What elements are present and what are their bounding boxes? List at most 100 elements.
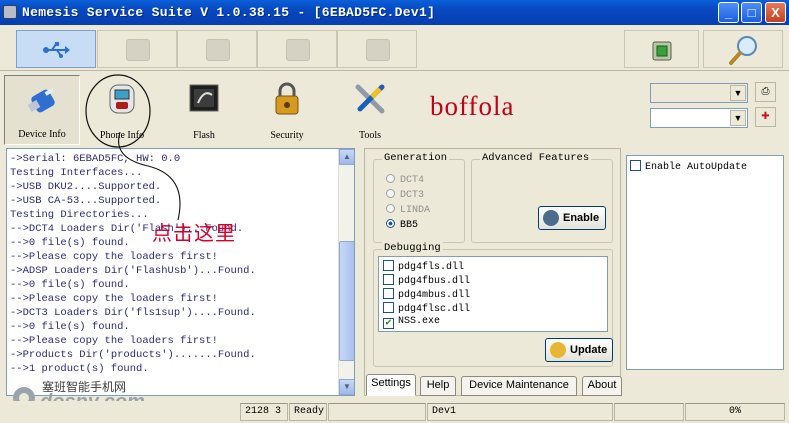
refresh-button[interactable]: ⎙ bbox=[755, 82, 776, 102]
log-line: -->0 file(s) found. bbox=[10, 279, 130, 291]
security-button[interactable]: Security bbox=[249, 75, 325, 145]
radio-circle bbox=[386, 204, 395, 213]
generation-title: Generation bbox=[382, 152, 450, 164]
gear-icon bbox=[543, 210, 559, 226]
checkbox bbox=[630, 160, 641, 171]
log-line: -->Please copy the loaders first! bbox=[10, 335, 218, 347]
port-combo[interactable]: ▼ bbox=[650, 83, 748, 103]
checkbox bbox=[383, 274, 394, 285]
annotation-arrow bbox=[118, 131, 181, 221]
checkbox-label: pdg4fls.dll bbox=[398, 262, 465, 273]
checkbox-pdg4mbus[interactable]: pdg4mbus.dll bbox=[383, 288, 470, 301]
top-toolbar bbox=[0, 26, 789, 71]
checkbox-pdg4flsc[interactable]: pdg4flsc.dll bbox=[383, 302, 470, 315]
status-empty-1 bbox=[328, 403, 426, 421]
advanced-title: Advanced Features bbox=[480, 152, 592, 164]
app-icon bbox=[3, 5, 17, 19]
checkbox bbox=[383, 260, 394, 271]
scroll-up-button[interactable]: ▲ bbox=[339, 149, 354, 165]
checkbox-label: pdg4fbus.dll bbox=[398, 276, 471, 287]
checkmark-icon: ✔ bbox=[383, 318, 394, 329]
usb-connect-button[interactable] bbox=[16, 30, 96, 68]
chip-icon bbox=[652, 41, 672, 61]
checkbox bbox=[383, 302, 394, 313]
toolbar-button-2[interactable] bbox=[97, 30, 177, 68]
checkbox-label: pdg4mbus.dll bbox=[398, 290, 471, 301]
search-button[interactable] bbox=[703, 30, 783, 68]
title-bar[interactable]: Nemesis Service Suite V 1.0.38.15 - [6EB… bbox=[0, 0, 789, 25]
debugging-group: Debugging pdg4fls.dll pdg4fbus.dll pdg4m… bbox=[373, 242, 613, 367]
radio-bb5[interactable]: BB5 bbox=[386, 219, 418, 231]
enable-autoupdate-checkbox[interactable]: Enable AutoUpdate bbox=[630, 160, 747, 173]
tools-button[interactable]: Tools bbox=[332, 75, 408, 145]
scan-button[interactable] bbox=[624, 30, 699, 68]
scroll-down-button[interactable]: ▼ bbox=[339, 379, 354, 395]
add-icon: ✚ bbox=[761, 111, 770, 122]
advanced-group: Advanced Features Enable bbox=[471, 152, 613, 243]
checkbox-label: pdg4flsc.dll bbox=[398, 304, 471, 315]
printer-icon: ⎙ bbox=[761, 86, 770, 97]
radio-label: DCT3 bbox=[400, 190, 425, 201]
log-line: -->Please copy the loaders first! bbox=[10, 293, 218, 305]
tab-help[interactable]: Help bbox=[420, 376, 456, 396]
device-combo[interactable]: ▼ bbox=[650, 108, 748, 128]
minimize-button[interactable]: _ bbox=[718, 2, 739, 23]
log-line: ->Products Dir('products').......Found. bbox=[10, 349, 256, 361]
tab-settings[interactable]: Settings bbox=[366, 374, 416, 396]
radio-label: DCT4 bbox=[400, 175, 425, 186]
radio-circle bbox=[386, 219, 395, 228]
placeholder-icon bbox=[366, 39, 390, 61]
tab-about[interactable]: About bbox=[582, 376, 622, 396]
debugging-title: Debugging bbox=[382, 242, 443, 254]
toolbar-button-5[interactable] bbox=[337, 30, 417, 68]
status-device: Dev1 bbox=[427, 403, 613, 421]
close-button[interactable]: X bbox=[765, 2, 786, 23]
checkbox-nss[interactable]: ✔ NSS.exe bbox=[383, 316, 440, 329]
toolbar-button-4[interactable] bbox=[257, 30, 337, 68]
log-line: -->Please copy the loaders first! bbox=[10, 251, 218, 263]
checkbox bbox=[383, 288, 394, 299]
enable-button[interactable]: Enable bbox=[538, 206, 606, 230]
radio-linda[interactable]: LINDA bbox=[386, 204, 430, 216]
checkbox-label: NSS.exe bbox=[398, 316, 441, 327]
radio-label: LINDA bbox=[400, 205, 431, 216]
chevron-down-icon[interactable]: ▼ bbox=[730, 110, 746, 126]
brand-text: boffola bbox=[430, 91, 515, 121]
log-line: ->ADSP Loaders Dir('FlashUsb')...Found. bbox=[10, 265, 256, 277]
toolbar-button-3[interactable] bbox=[177, 30, 257, 68]
window-title: Nemesis Service Suite V 1.0.38.15 - [6EB… bbox=[22, 5, 436, 20]
scroll-thumb[interactable] bbox=[339, 241, 354, 361]
generation-group: Generation DCT4 DCT3 LINDA BB5 bbox=[373, 152, 465, 243]
checkbox-pdg4fbus[interactable]: pdg4fbus.dll bbox=[383, 274, 470, 287]
radio-label: BB5 bbox=[400, 220, 419, 231]
status-bar: 2128 3 Ready Dev1 0% bbox=[0, 401, 789, 423]
tools-label: Tools bbox=[358, 130, 382, 141]
pencil-icon bbox=[550, 342, 566, 358]
status-state: Ready bbox=[289, 403, 327, 421]
usb-icon bbox=[43, 42, 70, 58]
status-empty-2 bbox=[614, 403, 684, 421]
radio-dct4[interactable]: DCT4 bbox=[386, 174, 424, 186]
radio-circle bbox=[386, 189, 395, 198]
usb-drive-icon bbox=[27, 88, 55, 113]
update-button[interactable]: Update bbox=[545, 338, 613, 362]
settings-panel: Generation DCT4 DCT3 LINDA BB5 Advanced … bbox=[364, 148, 621, 396]
tab-device-maintenance[interactable]: Device Maintenance bbox=[461, 376, 577, 396]
device-info-button[interactable]: Device Info bbox=[4, 75, 80, 145]
log-line: -->1 product(s) found. bbox=[10, 363, 149, 375]
security-label: Security bbox=[270, 130, 304, 141]
radio-dct3[interactable]: DCT3 bbox=[386, 189, 424, 201]
checkbox-pdg4fls[interactable]: pdg4fls.dll bbox=[383, 260, 464, 273]
add-device-button[interactable]: ✚ bbox=[755, 107, 776, 127]
wrench-screwdriver-icon bbox=[355, 84, 385, 114]
maximize-button[interactable]: □ bbox=[741, 2, 762, 23]
log-line: -->0 file(s) found. bbox=[10, 321, 130, 333]
chevron-down-icon[interactable]: ▼ bbox=[730, 85, 746, 101]
update-label: Update bbox=[570, 344, 608, 356]
placeholder-icon bbox=[126, 39, 150, 61]
placeholder-icon bbox=[286, 39, 310, 61]
magnifier-icon bbox=[729, 36, 757, 65]
log-scrollbar[interactable]: ▲ ▼ bbox=[338, 149, 354, 395]
debugging-list: pdg4fls.dll pdg4fbus.dll pdg4mbus.dll pd… bbox=[378, 256, 608, 332]
padlock-icon bbox=[275, 82, 299, 115]
